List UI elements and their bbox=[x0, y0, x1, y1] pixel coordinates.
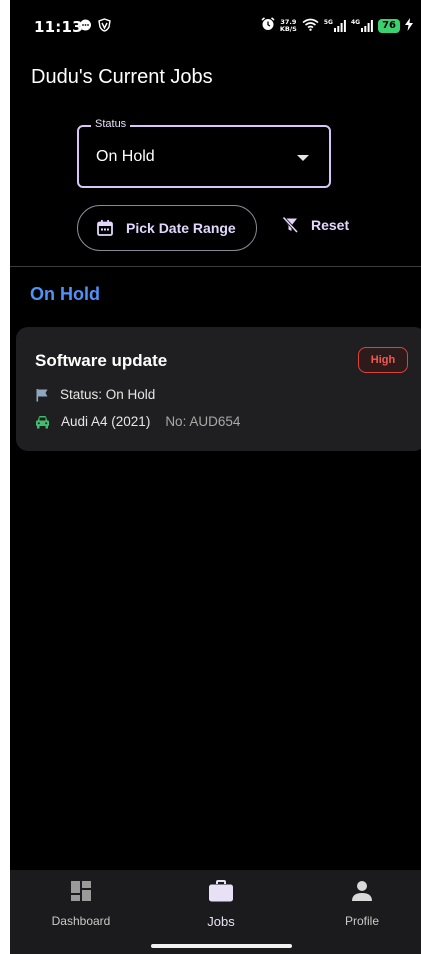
vehicle-plate: No: AUD654 bbox=[165, 414, 241, 429]
vpn-shield-icon bbox=[98, 17, 111, 36]
status-bar: 11:13 37.9 KB/S 5G 4G 76 bbox=[10, 0, 421, 52]
wifi-icon bbox=[302, 16, 319, 35]
charging-bolt-icon bbox=[405, 16, 413, 35]
nav-profile-label: Profile bbox=[344, 914, 379, 928]
nav-profile[interactable]: Profile bbox=[302, 880, 421, 928]
job-status-text: Status: On Hold bbox=[60, 387, 156, 402]
status-dropdown[interactable]: Status On Hold bbox=[77, 118, 331, 188]
status-dropdown-value: On Hold bbox=[96, 148, 155, 165]
bottom-navigation: Dashboard Jobs Profile bbox=[10, 870, 421, 954]
signal-5g: 5G bbox=[323, 18, 346, 32]
reset-button[interactable]: Reset bbox=[281, 216, 349, 234]
reset-label: Reset bbox=[311, 217, 350, 233]
battery-level: 76 bbox=[378, 18, 400, 33]
app-screen: 11:13 37.9 KB/S 5G 4G 76 Dudu's Current … bbox=[10, 0, 421, 954]
signal-4g-label: 4G bbox=[350, 18, 361, 26]
pick-date-range-label: Pick Date Range bbox=[126, 220, 236, 236]
job-status-row: Status: On Hold bbox=[35, 387, 155, 402]
job-title: Software update bbox=[35, 351, 168, 370]
signal-bars-icon bbox=[361, 19, 373, 32]
briefcase-icon bbox=[208, 880, 234, 907]
page-title: Dudu's Current Jobs bbox=[31, 66, 213, 88]
network-speed: 37.9 KB/S bbox=[279, 18, 297, 33]
chat-bubble-icon bbox=[79, 17, 92, 36]
car-icon bbox=[35, 415, 50, 429]
home-indicator[interactable] bbox=[151, 944, 292, 948]
signal-bars-icon bbox=[333, 19, 346, 32]
group-heading: On Hold bbox=[30, 284, 100, 304]
alarm-icon bbox=[261, 16, 275, 35]
priority-badge: High bbox=[358, 347, 408, 373]
pick-date-range-button[interactable]: Pick Date Range bbox=[77, 205, 257, 251]
nav-dashboard[interactable]: Dashboard bbox=[21, 880, 141, 928]
net-speed-unit: KB/S bbox=[279, 24, 297, 33]
person-icon bbox=[351, 880, 373, 907]
job-card[interactable]: Software update High Status: On Hold Aud… bbox=[16, 327, 421, 451]
status-dropdown-label: Status bbox=[91, 118, 131, 130]
nav-jobs[interactable]: Jobs bbox=[161, 880, 281, 929]
job-vehicle-row: Audi A4 (2021) No: AUD654 bbox=[35, 414, 240, 429]
calendar-icon bbox=[96, 219, 114, 237]
nav-dashboard-label: Dashboard bbox=[51, 914, 111, 928]
status-time: 11:13 bbox=[34, 18, 83, 36]
vehicle-name: Audi A4 (2021) bbox=[61, 414, 151, 429]
signal-5g-label: 5G bbox=[323, 18, 333, 26]
nav-jobs-label: Jobs bbox=[207, 914, 235, 929]
dashboard-icon bbox=[70, 880, 92, 907]
dropdown-arrow-icon bbox=[297, 155, 309, 161]
signal-4g: 4G bbox=[350, 18, 373, 32]
divider bbox=[10, 266, 421, 267]
filter-off-icon bbox=[281, 216, 299, 234]
flag-icon bbox=[35, 388, 49, 402]
